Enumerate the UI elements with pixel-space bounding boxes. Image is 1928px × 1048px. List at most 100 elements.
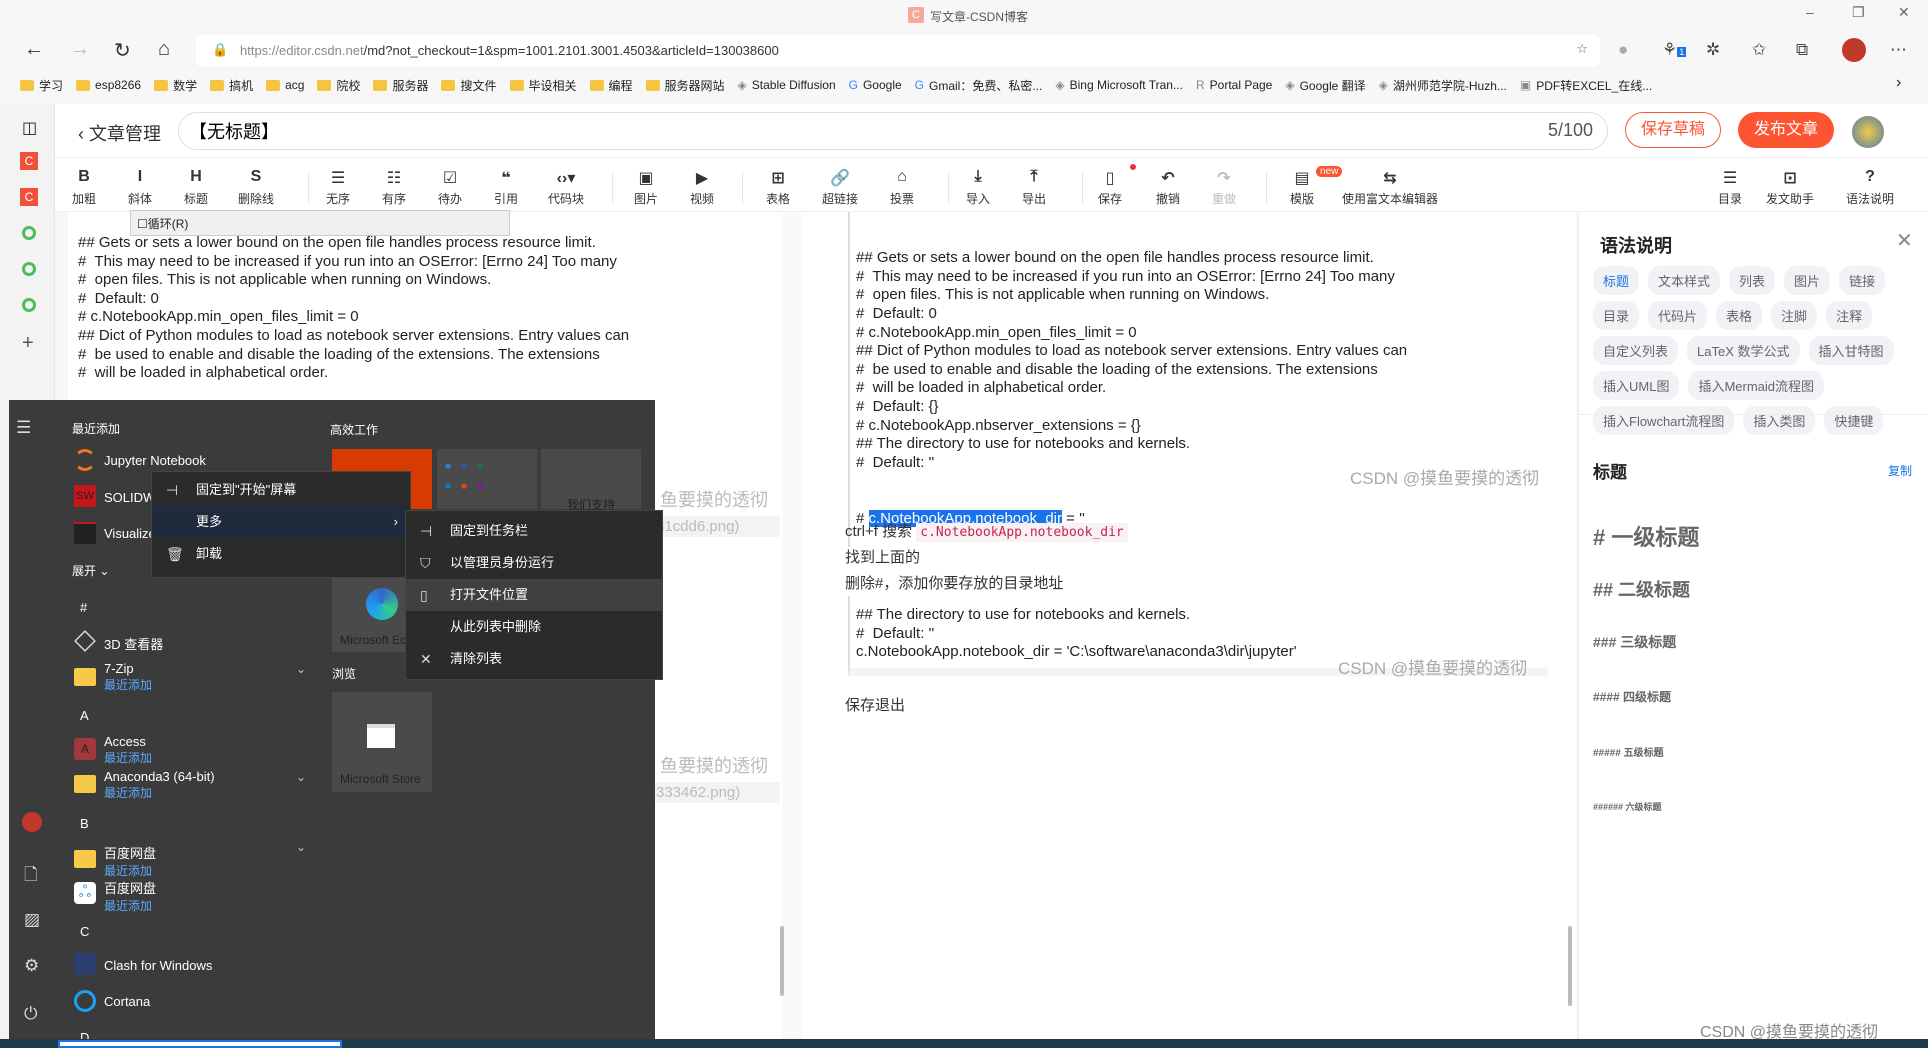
pane-divider[interactable] bbox=[780, 212, 802, 1048]
toolbar-表格[interactable]: ⊞ 表格 bbox=[748, 168, 808, 207]
toolbar-发文助手[interactable]: ⊡ 发文助手 bbox=[1760, 168, 1820, 207]
toolbar-目录[interactable]: ☰ 目录 bbox=[1700, 168, 1760, 207]
help-tag[interactable]: 注脚 bbox=[1771, 301, 1818, 330]
preview-scrollbar[interactable] bbox=[1568, 926, 1572, 1006]
minimize-button[interactable]: – bbox=[1806, 4, 1814, 20]
letter-header[interactable]: C bbox=[80, 924, 89, 939]
menu-item-remove-from-list[interactable]: 从此列表中删除 bbox=[406, 611, 662, 643]
toolbar-导出[interactable]: ⤒ 导出 bbox=[1004, 168, 1064, 207]
expand-button[interactable]: 展开 ⌄ bbox=[72, 562, 109, 579]
bookmark-item[interactable]: 服务器网站 bbox=[645, 77, 725, 94]
toolbar-引用[interactable]: ❝ 引用 bbox=[476, 168, 536, 207]
chevron-down-icon[interactable]: ⌄ bbox=[296, 770, 306, 784]
help-tag[interactable]: 文本样式 bbox=[1648, 266, 1721, 295]
toolbar-语法说明[interactable]: ? 语法说明 bbox=[1840, 168, 1900, 207]
help-tag[interactable]: 注释 bbox=[1826, 301, 1873, 330]
save-draft-button[interactable]: 保存草稿 bbox=[1625, 112, 1721, 148]
copy-link[interactable]: 复制 bbox=[1888, 462, 1912, 479]
app-anaconda[interactable]: Anaconda3 (64-bit) 最近添加 bbox=[104, 769, 215, 801]
app-jupyter[interactable]: Jupyter Notebook bbox=[104, 453, 206, 468]
letter-header[interactable]: A bbox=[80, 708, 89, 723]
toolbar-图片[interactable]: ▣ 图片 bbox=[616, 168, 676, 207]
bookmark-item[interactable]: ◈ Stable Diffusion bbox=[738, 78, 836, 92]
hamburger-menu-icon[interactable]: ☰ bbox=[16, 418, 31, 438]
toolbar-有序[interactable]: ☷ 有序 bbox=[364, 168, 424, 207]
bookmark-item[interactable]: 搜文件 bbox=[441, 77, 497, 94]
chevron-down-icon[interactable]: ⌄ bbox=[296, 840, 306, 854]
loading-tab-icon[interactable] bbox=[22, 262, 36, 276]
reload-icon[interactable]: ↻ bbox=[114, 38, 131, 63]
toolbar-待办[interactable]: ☑ 待办 bbox=[420, 168, 480, 207]
bookmark-item[interactable]: 数学 bbox=[154, 77, 197, 94]
bookmark-item[interactable]: 学习 bbox=[20, 77, 63, 94]
taskbar-search[interactable] bbox=[58, 1040, 342, 1048]
documents-icon[interactable]: 🗋 bbox=[24, 862, 38, 891]
more-menu-icon[interactable]: ⋯ bbox=[1890, 40, 1907, 60]
article-title-input[interactable] bbox=[178, 112, 1608, 150]
help-tag[interactable]: 代码片 bbox=[1648, 301, 1708, 330]
loading-tab-icon[interactable] bbox=[22, 226, 36, 240]
bookmark-item[interactable]: esp8266 bbox=[76, 78, 141, 92]
bookmark-item[interactable]: ◈ 湖州师范学院-Huzh... bbox=[1379, 77, 1507, 94]
bookmark-item[interactable]: R Portal Page bbox=[1196, 78, 1272, 92]
forward-icon[interactable]: → bbox=[70, 38, 90, 61]
profile-avatar[interactable] bbox=[1842, 38, 1866, 62]
bookmark-item[interactable]: G Google bbox=[849, 78, 902, 92]
app-access[interactable]: Access 最近添加 bbox=[104, 734, 152, 766]
help-tag[interactable]: 插入UML图 bbox=[1593, 371, 1680, 400]
app-clash[interactable]: Clash for Windows bbox=[104, 958, 212, 973]
toolbar-代码块[interactable]: ‹›▾ 代码块 bbox=[536, 168, 596, 207]
help-tag[interactable]: 插入Mermaid流程图 bbox=[1688, 371, 1825, 400]
toolbar-导入[interactable]: ⤓ 导入 bbox=[948, 168, 1008, 207]
help-tag[interactable]: 表格 bbox=[1716, 301, 1763, 330]
address-bar[interactable]: 🔒 https://editor.csdn.net/md?not_checkou… bbox=[196, 35, 1600, 67]
toolbar-超链接[interactable]: 🔗 超链接 bbox=[810, 168, 870, 207]
loop-checkbox[interactable]: ☐ bbox=[137, 217, 148, 231]
app-7zip[interactable]: 7-Zip 最近添加 bbox=[104, 661, 152, 693]
help-tag[interactable]: 标题 bbox=[1593, 266, 1640, 295]
toolbar-重做[interactable]: ↷ 重做 bbox=[1194, 168, 1254, 207]
menu-item-open-file-location[interactable]: ▯ 打开文件位置 bbox=[406, 579, 662, 611]
toolbar-使用富文本编辑器[interactable]: ⇆ 使用富文本编辑器 bbox=[1335, 168, 1445, 207]
restore-button[interactable]: ❐ bbox=[1852, 4, 1865, 21]
article-manage-link[interactable]: ‹ 文章管理 bbox=[78, 120, 161, 146]
bookmark-item[interactable]: 搞机 bbox=[210, 77, 253, 94]
toolbar-保存[interactable]: ▯ 保存 bbox=[1080, 168, 1140, 207]
home-icon[interactable]: ⌂ bbox=[158, 38, 170, 61]
letter-header[interactable]: # bbox=[80, 600, 87, 615]
bookmark-item[interactable]: 服务器 bbox=[373, 77, 428, 94]
toolbar-斜体[interactable]: I 斜体 bbox=[110, 168, 170, 207]
help-tag[interactable]: LaTeX 数学公式 bbox=[1687, 336, 1800, 365]
app-baidu[interactable]: 百度网盘 最近添加 bbox=[104, 878, 156, 914]
extension-icon[interactable]: ● bbox=[1618, 40, 1628, 60]
collections-icon[interactable]: ⧉ bbox=[1796, 40, 1808, 60]
office-apps-tile[interactable]: ■■■ ■■■ bbox=[437, 449, 537, 509]
bookmark-item[interactable]: 编程 bbox=[589, 77, 633, 94]
bookmarks-overflow-chevron-icon[interactable]: › bbox=[1896, 74, 1901, 92]
help-tag[interactable]: 目录 bbox=[1593, 301, 1640, 330]
close-window-button[interactable]: ✕ bbox=[1898, 4, 1910, 21]
menu-item-pin-taskbar[interactable]: ⊣ 固定到任务栏 bbox=[406, 515, 662, 547]
toolbar-加粗[interactable]: B 加粗 bbox=[54, 168, 114, 207]
csdn-tab-icon[interactable]: C bbox=[20, 152, 38, 170]
bookmark-item[interactable]: 院校 bbox=[317, 77, 360, 94]
menu-item-run-as-admin[interactable]: ⛉ 以管理员身份运行 bbox=[406, 547, 662, 579]
toolbar-视频[interactable]: ▶ 视频 bbox=[672, 168, 732, 207]
toolbar-标题[interactable]: H 标题 bbox=[166, 168, 226, 207]
extension-puzzle-icon[interactable]: ⚘ 1 bbox=[1662, 40, 1687, 60]
store-tile[interactable]: Microsoft Store bbox=[332, 692, 432, 792]
toolbar-投票[interactable]: ⌂ 投票 bbox=[872, 168, 932, 207]
bookmark-item[interactable]: acg bbox=[266, 78, 304, 92]
bookmark-item[interactable]: G Gmail：免费、私密... bbox=[915, 77, 1043, 94]
support-tile[interactable]: 我们支持 bbox=[541, 449, 641, 512]
menu-item-clear-list[interactable]: ✕ 清除列表 bbox=[406, 643, 662, 675]
back-icon[interactable]: ← bbox=[24, 38, 44, 61]
app-cortana[interactable]: Cortana bbox=[104, 994, 150, 1009]
menu-item-pin-start[interactable]: ⊣ 固定到"开始"屏幕 bbox=[152, 474, 410, 506]
help-tag[interactable]: 插入Flowchart流程图 bbox=[1593, 406, 1735, 435]
user-avatar[interactable] bbox=[22, 812, 42, 832]
loading-tab-icon[interactable] bbox=[22, 298, 36, 312]
toolbar-无序[interactable]: ☰ 无序 bbox=[308, 168, 368, 207]
power-icon[interactable]: ⏻ bbox=[24, 1004, 37, 1024]
toolbar-删除线[interactable]: S 删除线 bbox=[226, 168, 286, 207]
